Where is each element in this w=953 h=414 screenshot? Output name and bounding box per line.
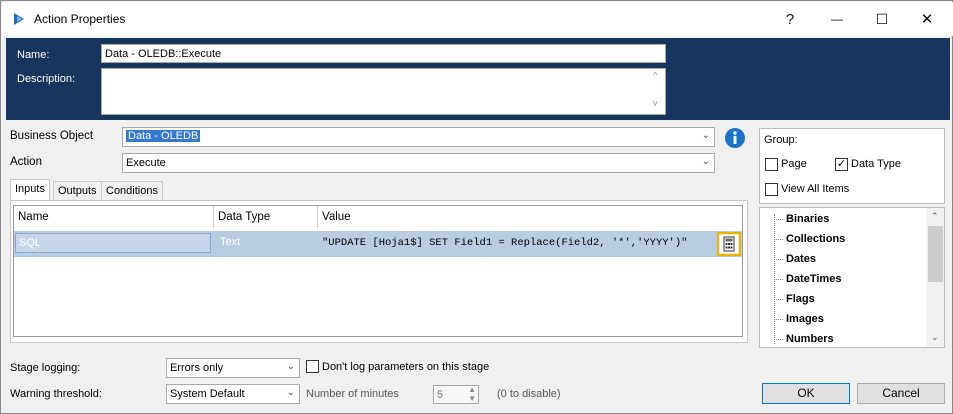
chevron-down-icon: ⌄ [701,156,710,167]
warning-threshold-value: System Default [170,388,245,400]
close-button[interactable]: ✕ [909,6,945,32]
name-label: Name: [17,49,50,61]
chevron-down-icon: ⌄ [701,130,710,141]
chevron-down-icon: ⌄ [286,387,295,398]
minutes-label: Number of minutes [306,388,399,400]
tree-item-binaries[interactable]: Binaries [786,213,829,225]
properties-header: Name: Data - OLEDB::Execute Description:… [6,38,950,120]
stage-logging-select[interactable]: Errors only ⌄ [166,358,300,378]
tab-inputs[interactable]: Inputs [10,179,50,201]
group-label: Group: [764,134,798,146]
minutes-value: 5 [437,389,444,401]
minimize-button[interactable]: — [819,6,855,32]
dont-log-checkbox[interactable] [306,360,319,373]
chevron-down-icon: ⌄ [286,361,295,372]
maximize-button[interactable]: ☐ [864,6,900,32]
tree-item-dates[interactable]: Dates [786,253,816,265]
row-value-cell[interactable]: "UPDATE [Hoja1$] SET Field1 = Replace(Fi… [322,237,687,249]
scroll-thumb[interactable] [928,226,943,282]
tree-branch [774,299,783,300]
column-header-name[interactable]: Name [14,206,214,228]
business-object-select[interactable]: Data - OLEDB ⌄ [122,127,715,147]
warning-threshold-select[interactable]: System Default ⌄ [166,384,300,404]
row-data-type-cell: Text [220,236,241,248]
tree-branch [774,319,783,320]
description-field[interactable] [101,68,666,115]
action-value: Execute [126,157,166,169]
action-select[interactable]: Execute ⌄ [122,153,715,173]
tree-branch [774,259,783,260]
action-properties-dialog: Action Properties ? — ☐ ✕ Name: Data - O… [0,0,953,414]
scroll-down-icon[interactable]: ⌄ [931,332,939,343]
page-checkbox-label: Page [781,158,807,170]
tree-item-flags[interactable]: Flags [786,293,815,305]
table-row[interactable]: SQL Text "UPDATE [Hoja1$] SET Field1 = R… [14,231,742,257]
column-header-value[interactable]: Value [318,206,742,228]
description-scroll-down-icon[interactable]: v [653,98,658,108]
app-icon [14,13,24,25]
tree-item-numbers[interactable]: Numbers [786,333,834,345]
data-type-checkbox-label: Data Type [851,158,901,170]
inputs-grid: Name Data Type Value SQL Text "UPDATE [H… [13,205,743,337]
title-bar: Action Properties ? — ☐ ✕ [2,2,953,36]
description-label: Description: [17,73,76,85]
stepper-arrows-icon[interactable]: ▲ ▼ [468,386,476,403]
business-object-label: Business Object [10,130,94,142]
window-title: Action Properties [34,12,126,26]
business-object-value: Data - OLEDB [126,130,201,142]
minutes-stepper[interactable]: 5 ▲ ▼ [433,385,479,404]
tree-branch [774,219,783,220]
cancel-button[interactable]: Cancel [857,383,945,404]
tree-branch [774,239,783,240]
tree-item-collections[interactable]: Collections [786,233,845,245]
stage-logging-label: Stage logging: [10,362,81,374]
group-options: Group: Page ✓ Data Type View All Items [759,128,945,204]
info-icon[interactable] [724,127,746,149]
tree-item-datetimes[interactable]: DateTimes [786,273,841,285]
tree-item-images[interactable]: Images [786,313,824,325]
tree-branch [774,279,783,280]
tab-outputs[interactable]: Outputs [53,181,102,200]
help-button[interactable]: ? [772,6,808,32]
stage-logging-value: Errors only [170,362,224,374]
tree-scrollbar[interactable]: ⌃ ⌄ [927,208,944,347]
scroll-up-icon[interactable]: ⌃ [931,211,939,222]
view-all-checkbox-label: View All Items [781,183,850,195]
disable-hint: (0 to disable) [497,388,561,400]
data-type-checkbox[interactable]: ✓ [835,158,848,171]
calculator-icon[interactable] [717,232,741,256]
name-field[interactable]: Data - OLEDB::Execute [101,44,666,63]
action-label: Action [10,156,42,168]
page-checkbox[interactable] [765,158,778,171]
view-all-checkbox[interactable] [765,183,778,196]
description-scroll-up-icon[interactable]: ^ [653,70,657,80]
tab-conditions[interactable]: Conditions [101,181,163,200]
row-name-cell[interactable]: SQL [15,233,211,253]
dont-log-label: Don't log parameters on this stage [322,361,490,373]
warning-threshold-label: Warning threshold: [10,388,102,400]
ok-button[interactable]: OK [762,383,850,404]
tree-branch [774,339,783,340]
data-type-tree: Binaries Collections Dates DateTimes Fla… [759,207,945,348]
column-header-data-type[interactable]: Data Type [214,206,318,228]
